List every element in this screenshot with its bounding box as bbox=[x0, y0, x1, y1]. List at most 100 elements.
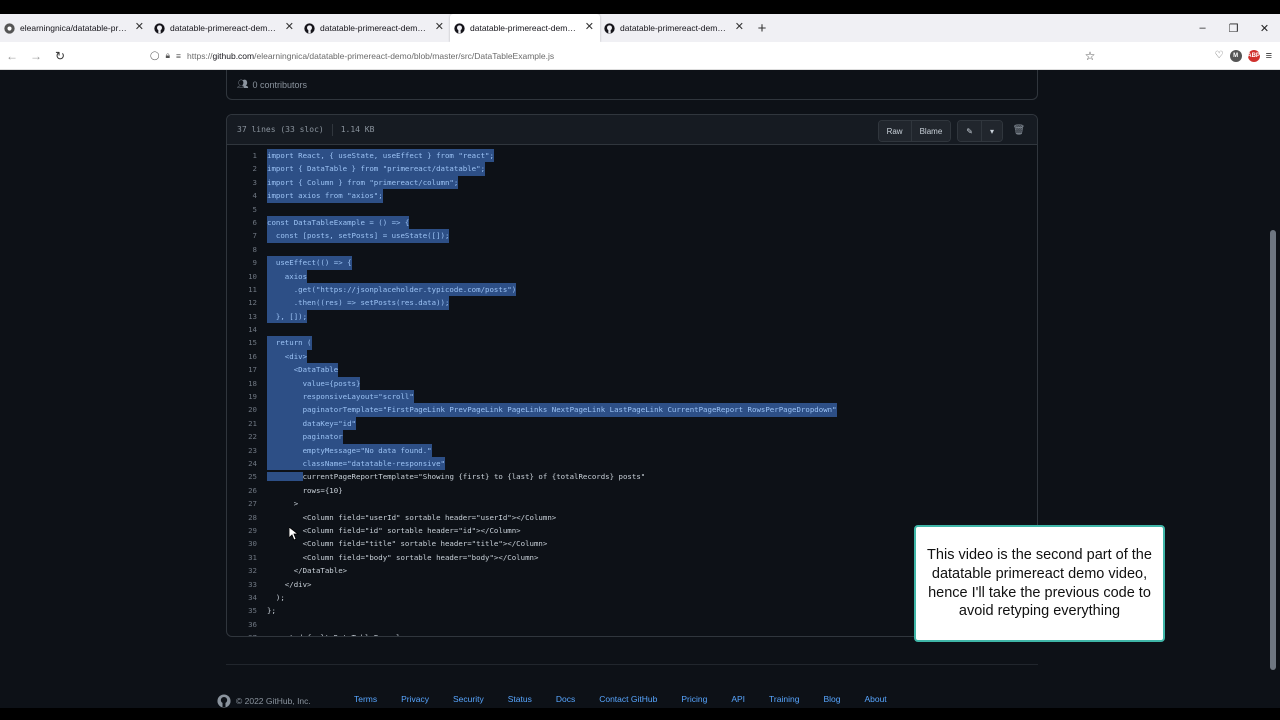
contributors-count[interactable]: 0 contributors bbox=[252, 80, 307, 90]
blame-button[interactable]: Blame bbox=[911, 121, 951, 141]
forward-icon[interactable]: → bbox=[24, 44, 48, 68]
url-text[interactable]: https://github.com/elearningnica/datatab… bbox=[187, 51, 554, 61]
code-line[interactable]: 11 .get("https://jsonplaceholder.typicod… bbox=[227, 282, 1037, 297]
raw-button[interactable]: Raw bbox=[878, 121, 912, 141]
code-line[interactable]: 1 import React, { useState, useEffect } f… bbox=[227, 149, 1037, 163]
address-bar[interactable]: ◯ 🔒︎ ≡ https://github.com/elearningnica/… bbox=[150, 45, 1080, 67]
code-line[interactable]: 5 bbox=[227, 203, 1037, 216]
close-window-icon[interactable]: ✕ bbox=[1249, 14, 1280, 42]
line-number[interactable]: 25 bbox=[227, 470, 257, 483]
line-number[interactable]: 29 bbox=[227, 524, 257, 537]
code-line[interactable]: 17 <DataTable bbox=[227, 363, 1037, 377]
code-line[interactable]: 8 bbox=[227, 243, 1037, 256]
code-line[interactable]: 25 currentPageReportTemplate="Showing {f… bbox=[227, 470, 1037, 483]
account-avatar-icon[interactable]: M bbox=[1229, 49, 1242, 62]
trash-icon[interactable]: 🗑︎ bbox=[1009, 120, 1029, 140]
code-line[interactable]: 14 bbox=[227, 323, 1037, 336]
close-tab-icon[interactable]: ✕ bbox=[435, 22, 444, 33]
line-number[interactable]: 14 bbox=[227, 323, 257, 336]
close-tab-icon[interactable]: ✕ bbox=[135, 22, 144, 33]
line-number[interactable]: 21 bbox=[227, 417, 257, 430]
browser-tab[interactable]: datatable-primereact-demo/DataTableExamp… bbox=[450, 14, 600, 42]
line-number[interactable]: 10 bbox=[227, 270, 257, 283]
footer-link-blog[interactable]: Blog bbox=[823, 694, 840, 704]
code-line[interactable]: 9 useEffect(() => { bbox=[227, 256, 1037, 270]
line-number[interactable]: 35 bbox=[227, 604, 257, 617]
close-tab-icon[interactable]: ✕ bbox=[735, 22, 744, 33]
code-line[interactable]: 10 axios bbox=[227, 269, 1037, 283]
code-line[interactable]: 12 .then((res) => setPosts(res.data)); bbox=[227, 296, 1037, 310]
line-number[interactable]: 23 bbox=[227, 444, 257, 457]
code-line[interactable]: 21 dataKey="id" bbox=[227, 416, 1037, 431]
adblock-extension-icon[interactable]: ABP bbox=[1247, 49, 1260, 62]
code-line[interactable]: 7 const [posts, setPosts] = useState([])… bbox=[227, 229, 1037, 243]
line-number[interactable]: 13 bbox=[227, 310, 257, 323]
line-number[interactable]: 6 bbox=[227, 216, 257, 229]
code-line[interactable]: 2 import { DataTable } from "primereact/d… bbox=[227, 162, 1037, 176]
browser-tab[interactable]: datatable-primereact-demo/src ✕ bbox=[300, 14, 450, 42]
code-line[interactable]: 3 import { Column } from "primereact/colu… bbox=[227, 175, 1037, 190]
line-number[interactable]: 4 bbox=[227, 189, 257, 202]
menu-icon[interactable]: ≡ bbox=[1266, 50, 1272, 62]
code-line[interactable]: 4 import axios from "axios"; bbox=[227, 189, 1037, 203]
code-line[interactable]: 13 }, []); bbox=[227, 309, 1037, 324]
line-number[interactable]: 19 bbox=[227, 390, 257, 403]
browser-tab[interactable]: datatable-primereact-demo/index ✕ bbox=[150, 14, 300, 42]
line-number[interactable]: 28 bbox=[227, 511, 257, 524]
line-number[interactable]: 34 bbox=[227, 591, 257, 604]
code-line[interactable]: 16 <div> bbox=[227, 349, 1037, 364]
line-number[interactable]: 3 bbox=[227, 176, 257, 189]
footer-link-terms[interactable]: Terms bbox=[354, 694, 377, 704]
pencil-icon[interactable]: ✎ bbox=[958, 121, 982, 141]
page-scrollbar[interactable] bbox=[1268, 70, 1280, 708]
footer-link-api[interactable]: API bbox=[731, 694, 745, 704]
line-number[interactable]: 22 bbox=[227, 430, 257, 443]
line-number[interactable]: 33 bbox=[227, 578, 257, 591]
reload-icon[interactable]: ↻ bbox=[48, 44, 72, 68]
lock-icon[interactable]: 🔒︎ bbox=[166, 50, 171, 61]
close-tab-icon[interactable]: ✕ bbox=[585, 22, 594, 33]
browser-tab[interactable]: datatable-primereact-demo/App ✕ bbox=[600, 14, 750, 42]
line-number[interactable]: 37 bbox=[227, 631, 257, 636]
code-line[interactable]: 19 responsiveLayout="scroll" bbox=[227, 390, 1037, 404]
footer-link-docs[interactable]: Docs bbox=[556, 694, 575, 704]
code-line[interactable]: 20 paginatorTemplate="FirstPageLink Prev… bbox=[227, 403, 1037, 417]
code-line[interactable]: 28 <Column field="userId" sortable heade… bbox=[227, 511, 1037, 524]
new-tab-icon[interactable]: + bbox=[750, 14, 774, 42]
line-number[interactable]: 17 bbox=[227, 363, 257, 376]
code-line[interactable]: 23 emptyMessage="No data found." bbox=[227, 443, 1037, 457]
bookmark-star-icon[interactable]: ☆ bbox=[1078, 44, 1102, 68]
code-line[interactable]: 6 const DataTableExample = () => { bbox=[227, 215, 1037, 230]
line-number[interactable]: 7 bbox=[227, 229, 257, 242]
line-number[interactable]: 2 bbox=[227, 162, 257, 175]
line-number[interactable]: 24 bbox=[227, 457, 257, 470]
shield-icon[interactable]: ◯ bbox=[150, 50, 160, 61]
minimize-icon[interactable]: – bbox=[1187, 14, 1218, 42]
close-tab-icon[interactable]: ✕ bbox=[285, 22, 294, 33]
chevron-down-icon[interactable]: ▾ bbox=[981, 121, 1002, 141]
line-number[interactable]: 8 bbox=[227, 243, 257, 256]
line-number[interactable]: 31 bbox=[227, 551, 257, 564]
code-line[interactable]: 24 className="datatable-responsive" bbox=[227, 456, 1037, 471]
line-number[interactable]: 18 bbox=[227, 377, 257, 390]
back-icon[interactable]: ← bbox=[0, 44, 24, 68]
code-line[interactable]: 27 > bbox=[227, 497, 1037, 510]
scrollbar-thumb[interactable] bbox=[1270, 230, 1276, 670]
footer-link-privacy[interactable]: Privacy bbox=[401, 694, 429, 704]
line-number[interactable]: 20 bbox=[227, 403, 257, 416]
line-number[interactable]: 16 bbox=[227, 350, 257, 363]
footer-link-training[interactable]: Training bbox=[769, 694, 799, 704]
line-number[interactable]: 5 bbox=[227, 203, 257, 216]
code-line[interactable]: 26 rows={10} bbox=[227, 484, 1037, 497]
line-number[interactable]: 1 bbox=[227, 149, 257, 162]
code-line[interactable]: 18 value={posts} bbox=[227, 376, 1037, 391]
footer-link-pricing[interactable]: Pricing bbox=[681, 694, 707, 704]
pocket-icon[interactable]: ♡ bbox=[1215, 50, 1224, 61]
line-number[interactable]: 9 bbox=[227, 256, 257, 269]
maximize-icon[interactable]: ❐ bbox=[1218, 14, 1249, 42]
browser-tab[interactable]: elearningnica/datatable-primereact ✕ bbox=[0, 14, 150, 42]
line-number[interactable]: 36 bbox=[227, 618, 257, 631]
footer-link-contact-github[interactable]: Contact GitHub bbox=[599, 694, 657, 704]
footer-link-status[interactable]: Status bbox=[508, 694, 532, 704]
permissions-icon[interactable]: ≡ bbox=[176, 51, 181, 61]
